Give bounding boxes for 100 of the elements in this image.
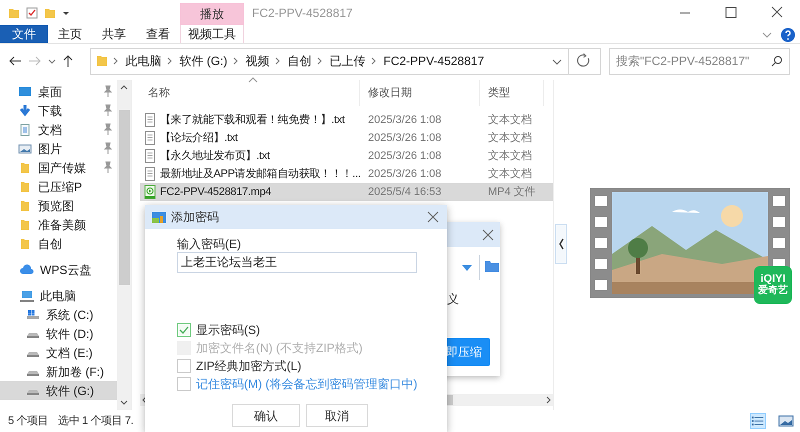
- refresh-icon[interactable]: [569, 48, 602, 74]
- sidebar-item[interactable]: 自创: [0, 234, 118, 253]
- breadcrumb-segment[interactable]: 自创: [287, 52, 312, 70]
- breadcrumb-segment[interactable]: 已上传: [329, 52, 366, 70]
- item-count: 5 个项目: [8, 414, 48, 429]
- sidebar-item[interactable]: 图片: [0, 139, 118, 158]
- checkbox-label[interactable]: 显示密码(S): [196, 321, 260, 339]
- breadcrumb-segment[interactable]: 此电脑: [125, 52, 162, 70]
- file-date: 2025/3/26 1:08: [367, 112, 442, 128]
- close-icon[interactable]: [482, 229, 494, 241]
- dropdown-arrow-icon[interactable]: [461, 264, 473, 272]
- folder-icon: [97, 55, 108, 67]
- checkmark-icon: [179, 325, 189, 335]
- collapse-preview-icon[interactable]: [555, 224, 567, 264]
- text-file-icon: [144, 167, 156, 181]
- sidebar-item[interactable]: 已压缩P: [0, 177, 118, 196]
- file-row[interactable]: 【论坛介绍】.txt 2025/3/26 1:08 文本文档: [140, 129, 553, 147]
- sidebar-item[interactable]: 系统 (C:): [0, 305, 118, 324]
- file-row[interactable]: FC2-PPV-4528817.mp4 2025/5/4 16:53 MP4 文件: [140, 183, 553, 201]
- selection-info: 选中 1 个项目 7.: [58, 414, 134, 429]
- folder-icon[interactable]: [484, 259, 500, 273]
- window-title: FC2-PPV-4528817: [251, 4, 353, 22]
- sidebar-item[interactable]: 准备美颜: [0, 215, 118, 234]
- sidebar-item[interactable]: 文档: [0, 120, 118, 139]
- checkbox[interactable]: [177, 359, 191, 373]
- file-date: 2025/3/26 1:08: [367, 148, 442, 164]
- folder-icon: [18, 180, 32, 192]
- file-date: 2025/3/26 1:08: [367, 130, 442, 146]
- file-tab[interactable]: 文件: [0, 25, 48, 43]
- search-field[interactable]: 搜索"FC2-PPV-4528817": [609, 48, 790, 74]
- text-file-icon: [144, 113, 156, 127]
- field-label: 输入密码(E): [177, 236, 242, 252]
- file-type: 文本文档: [487, 112, 533, 128]
- file-date: 2025/3/26 1:08: [367, 166, 442, 182]
- sidebar-item[interactable]: 软件 (G:): [0, 381, 118, 400]
- ribbon-tab[interactable]: 视频工具: [180, 25, 244, 43]
- breadcrumb-segment[interactable]: 软件 (G:): [179, 52, 228, 70]
- ribbon-tab[interactable]: 主页: [48, 25, 92, 43]
- sidebar-item[interactable]: 此电脑: [0, 286, 118, 305]
- file-type: 文本文档: [487, 130, 533, 146]
- sidebar-item[interactable]: 国产传媒: [0, 158, 118, 177]
- breadcrumb-segment[interactable]: FC2-PPV-4528817: [383, 52, 484, 70]
- file-name: FC2-PPV-4528817.mp4: [160, 184, 272, 200]
- folder-icon: [18, 218, 32, 230]
- dialog-title: 添加密码: [171, 209, 219, 226]
- search-icon[interactable]: [771, 55, 783, 67]
- sidebar-item[interactable]: 新加卷 (F:): [0, 362, 118, 381]
- badge-text: iQIYI: [760, 273, 786, 285]
- file-name: 【永久地址发布页】.txt: [160, 148, 270, 164]
- sidebar-item[interactable]: 软件 (D:): [0, 324, 118, 343]
- archive-icon: [151, 210, 167, 224]
- checkbox[interactable]: [177, 323, 191, 337]
- sidebar-item[interactable]: WPS云盘: [0, 260, 118, 279]
- vertical-scrollbar[interactable]: [117, 80, 131, 410]
- cancel-button[interactable]: 取消: [306, 404, 368, 427]
- scrollbar-thumb[interactable]: [118, 110, 130, 285]
- cloud-icon: [20, 264, 34, 276]
- pictures-icon: [18, 142, 32, 154]
- drive-icon: [26, 308, 40, 320]
- column-header[interactable]: 类型: [480, 80, 544, 106]
- confirm-button[interactable]: 确认: [232, 404, 300, 427]
- sidebar-item[interactable]: 文档 (E:): [0, 343, 118, 362]
- large-icons-view-icon[interactable]: [778, 413, 794, 429]
- file-type: MP4 文件: [487, 184, 537, 200]
- contextual-tab-group[interactable]: 播放: [180, 3, 244, 25]
- checkbox[interactable]: [177, 377, 191, 391]
- column-header[interactable]: 修改日期: [360, 80, 480, 106]
- file-row[interactable]: 最新地址及APP请发邮箱自动获取！！！... 2025/3/26 1:08 文本文档: [140, 165, 553, 183]
- properties-icon[interactable]: [26, 6, 38, 18]
- sidebar-item[interactable]: 桌面: [0, 82, 118, 101]
- breadcrumb-segment[interactable]: 视频: [245, 52, 270, 70]
- ribbon-tab[interactable]: 查看: [136, 25, 180, 43]
- column-header[interactable]: 名称: [140, 80, 360, 106]
- file-name: 【论坛介绍】.txt: [160, 130, 238, 146]
- file-row[interactable]: 【永久地址发布页】.txt 2025/3/26 1:08 文本文档: [140, 147, 553, 165]
- computer-icon: [20, 290, 34, 302]
- sidebar-item[interactable]: 下载: [0, 101, 118, 120]
- folder-icon: [18, 200, 32, 212]
- file-date: 2025/5/4 16:53: [367, 184, 442, 200]
- text-file-icon: [144, 131, 156, 145]
- help-icon[interactable]: [780, 25, 796, 44]
- video-file-icon: [144, 185, 156, 199]
- file-name: 【来了就能下载和观看！纯免费！】.txt: [160, 112, 345, 128]
- password-field[interactable]: 上老王论坛当老王: [177, 252, 417, 273]
- document-icon: [18, 124, 32, 136]
- close-icon[interactable]: [427, 211, 439, 223]
- address-bar[interactable]: 此电脑 软件 (G:) 视频 自创 已上传 FC2-PPV-4528817: [90, 48, 570, 74]
- details-view-icon[interactable]: [750, 413, 766, 429]
- file-name: 最新地址及APP请发邮箱自动获取！！！...: [160, 166, 361, 182]
- checkbox-label[interactable]: ZIP经典加密方式(L): [196, 357, 302, 375]
- ribbon-tab[interactable]: 共享: [92, 25, 136, 43]
- desktop-icon: [18, 86, 32, 98]
- badge-text: 爱奇艺: [758, 285, 788, 297]
- up-arrow-icon[interactable]: [62, 54, 74, 68]
- file-row[interactable]: 【来了就能下载和观看！纯免费！】.txt 2025/3/26 1:08 文本文档: [140, 111, 553, 129]
- back-arrow-icon[interactable]: [8, 54, 22, 68]
- folder-icon: [18, 162, 32, 174]
- sidebar-item[interactable]: 预览图: [0, 196, 118, 215]
- search-input[interactable]: 搜索"FC2-PPV-4528817": [616, 52, 771, 70]
- folder-icon: [18, 238, 32, 250]
